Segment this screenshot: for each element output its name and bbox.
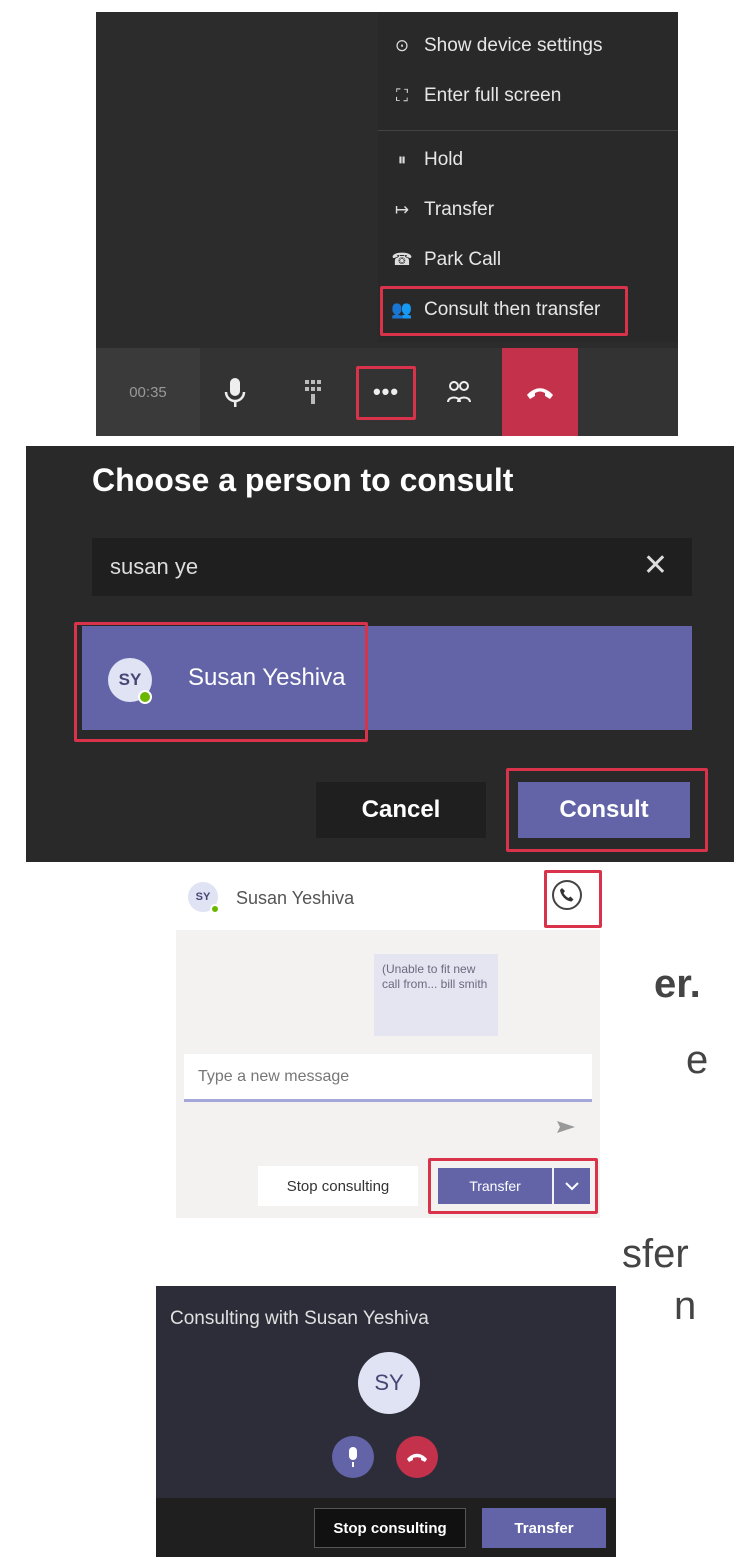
search-input[interactable]: susan ye ✕ bbox=[92, 538, 692, 596]
menu-item-label: Show device settings bbox=[424, 35, 603, 56]
chat-contact-name: Susan Yeshiva bbox=[236, 888, 355, 908]
cancel-button[interactable]: Cancel bbox=[316, 782, 486, 838]
more-options-menu: ⊙ Show device settings ⛶ Enter full scre… bbox=[378, 12, 678, 342]
mute-button[interactable] bbox=[332, 1436, 374, 1478]
consulting-title: Consulting with Susan Yeshiva bbox=[170, 1308, 429, 1329]
text-fragment-6: n bbox=[674, 1284, 697, 1328]
clear-icon[interactable]: ✕ bbox=[643, 548, 668, 583]
menu-item-label: Park Call bbox=[424, 249, 502, 270]
consulting-actions-bar: Stop consulting Transfer bbox=[156, 1498, 616, 1557]
chat-message-bubble: (Unable to fit new call from... bill smi… bbox=[374, 954, 498, 1036]
consult-chat-panel: SY Susan Yeshiva (Unable to fit new call… bbox=[176, 868, 602, 1218]
compose-message-field[interactable]: Type a new message bbox=[184, 1054, 592, 1102]
search-value: susan ye bbox=[110, 554, 199, 579]
settings-icon: ⊙ bbox=[394, 36, 410, 55]
highlight-box bbox=[506, 768, 708, 852]
stop-consulting-button[interactable]: Stop consulting bbox=[314, 1508, 466, 1548]
highlight-box bbox=[74, 622, 368, 742]
mic-button[interactable] bbox=[208, 348, 262, 436]
highlight-box bbox=[380, 286, 628, 336]
text-fragment-3: er. bbox=[654, 962, 701, 1006]
hang-up-icon bbox=[527, 388, 553, 399]
menu-item-hold[interactable]: ⏸ Hold bbox=[378, 140, 463, 180]
send-icon[interactable] bbox=[556, 1120, 576, 1139]
menu-item-park-call[interactable]: ☎ Park Call bbox=[378, 240, 501, 280]
dialpad-icon bbox=[305, 380, 321, 404]
dialpad-button[interactable] bbox=[286, 348, 340, 436]
transfer-icon: ↦ bbox=[394, 200, 410, 219]
menu-item-device-settings[interactable]: ⊙ Show device settings bbox=[378, 26, 603, 66]
dialog-title: Choose a person to consult bbox=[92, 462, 514, 498]
text-fragment-5: sfer bbox=[622, 1232, 689, 1276]
hang-up-button[interactable] bbox=[396, 1436, 438, 1478]
menu-item-label: Enter full screen bbox=[424, 85, 562, 106]
fullscreen-icon: ⛶ bbox=[396, 86, 408, 105]
menu-item-label: Hold bbox=[424, 149, 464, 170]
highlight-box bbox=[544, 870, 602, 928]
send-icon-glyph bbox=[557, 1121, 575, 1133]
menu-item-full-screen[interactable]: ⛶ Enter full screen bbox=[378, 76, 561, 116]
people-icon bbox=[447, 381, 471, 403]
hang-up-button[interactable] bbox=[502, 348, 578, 436]
menu-item-transfer[interactable]: ↦ Transfer bbox=[378, 190, 494, 230]
consult-dialog: Choose a person to consult susan ye ✕ SY… bbox=[26, 446, 734, 862]
consult-button[interactable] bbox=[432, 348, 486, 436]
highlight-box bbox=[356, 366, 416, 420]
menu-divider bbox=[378, 130, 678, 131]
call-controls-bar: 00:35 ••• bbox=[96, 348, 678, 436]
menu-item-label: Transfer bbox=[424, 199, 495, 220]
transfer-button[interactable]: Transfer bbox=[482, 1508, 606, 1548]
highlight-box bbox=[428, 1158, 598, 1214]
call-timer: 00:35 bbox=[96, 348, 200, 436]
consulting-call-panel: Consulting with Susan Yeshiva SY Stop co… bbox=[156, 1286, 616, 1557]
hang-up-icon bbox=[407, 1453, 427, 1462]
pause-icon: ⏸ bbox=[397, 150, 407, 169]
avatar: SY bbox=[358, 1352, 420, 1414]
chat-header: SY Susan Yeshiva bbox=[176, 868, 602, 930]
microphone-icon bbox=[349, 1447, 357, 1467]
microphone-icon bbox=[224, 378, 246, 407]
park-call-icon: ☎ bbox=[391, 250, 413, 269]
presence-indicator bbox=[210, 904, 220, 914]
text-fragment-4: e bbox=[686, 1038, 709, 1082]
stop-consulting-button[interactable]: Stop consulting bbox=[258, 1166, 418, 1206]
